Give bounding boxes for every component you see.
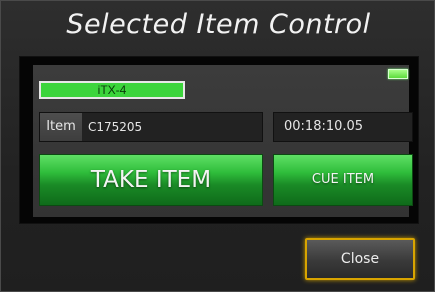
- item-value: C175205: [88, 120, 143, 134]
- item-control-inner-panel: iTX-4 Item C175205 00:18:10.05 TAKE ITEM…: [33, 65, 413, 217]
- device-label: iTX-4: [39, 81, 185, 99]
- cue-item-button[interactable]: CUE ITEM: [273, 154, 413, 206]
- status-indicator: [388, 69, 408, 79]
- take-item-button[interactable]: TAKE ITEM: [39, 154, 263, 206]
- dialog-title: Selected Item Control: [66, 9, 371, 40]
- timecode-display: 00:18:10.05: [273, 112, 413, 142]
- item-field: Item C175205: [39, 112, 263, 142]
- item-control-panel: iTX-4 Item C175205 00:18:10.05 TAKE ITEM…: [19, 56, 419, 224]
- item-label: Item: [40, 113, 82, 141]
- close-button[interactable]: Close: [305, 238, 415, 280]
- selected-item-control-dialog: Selected Item Control iTX-4 Item C175205…: [0, 0, 435, 292]
